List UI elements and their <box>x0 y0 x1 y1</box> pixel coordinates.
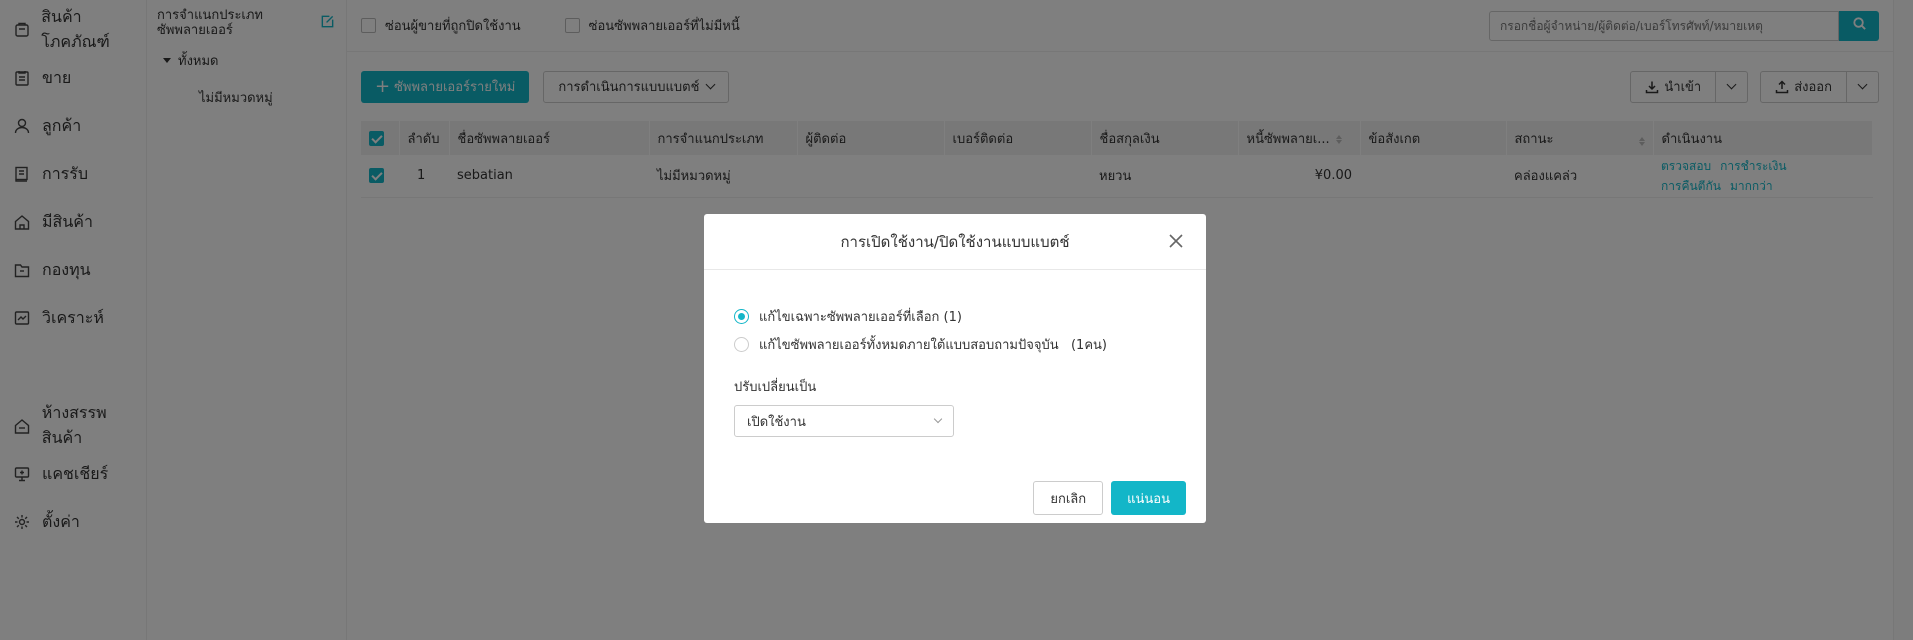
select-value: เปิดใช้งาน <box>747 414 806 430</box>
change-to-label: ปรับเปลี่ยนเป็น <box>734 380 817 395</box>
option-all-in-query[interactable]: แก้ไขซัพพลายเออร์ทั้งหมดภายใต้แบบสอบถามป… <box>734 330 1176 358</box>
batch-enable-dialog: การเปิดใช้งาน/ปิดใช้งานแบบแบตช์ แก้ไขเฉพ… <box>704 214 1206 523</box>
option-label: แก้ไขเฉพาะซัพพลายเออร์ที่เลือก (1) <box>759 309 962 325</box>
confirm-button[interactable]: แน่นอน <box>1111 481 1186 515</box>
status-select[interactable]: เปิดใช้งาน <box>734 405 954 437</box>
option-selected-only[interactable]: แก้ไขเฉพาะซัพพลายเออร์ที่เลือก (1) <box>734 302 1176 330</box>
option-label: แก้ไขซัพพลายเออร์ทั้งหมดภายใต้แบบสอบถามป… <box>759 337 1107 353</box>
radio-selected[interactable] <box>734 308 749 324</box>
radio-unselected[interactable] <box>734 336 749 352</box>
dialog-footer: ยกเลิก แน่นอน <box>1033 481 1186 515</box>
cancel-button[interactable]: ยกเลิก <box>1033 481 1104 515</box>
dialog-title: การเปิดใช้งาน/ปิดใช้งานแบบแบตช์ <box>840 232 1070 251</box>
dialog-header: การเปิดใช้งาน/ปิดใช้งานแบบแบตช์ <box>704 214 1206 270</box>
chevron-down-icon <box>933 414 943 424</box>
dialog-body: แก้ไขเฉพาะซัพพลายเออร์ที่เลือก (1) แก้ไข… <box>704 270 1206 437</box>
close-icon[interactable] <box>1168 233 1186 251</box>
